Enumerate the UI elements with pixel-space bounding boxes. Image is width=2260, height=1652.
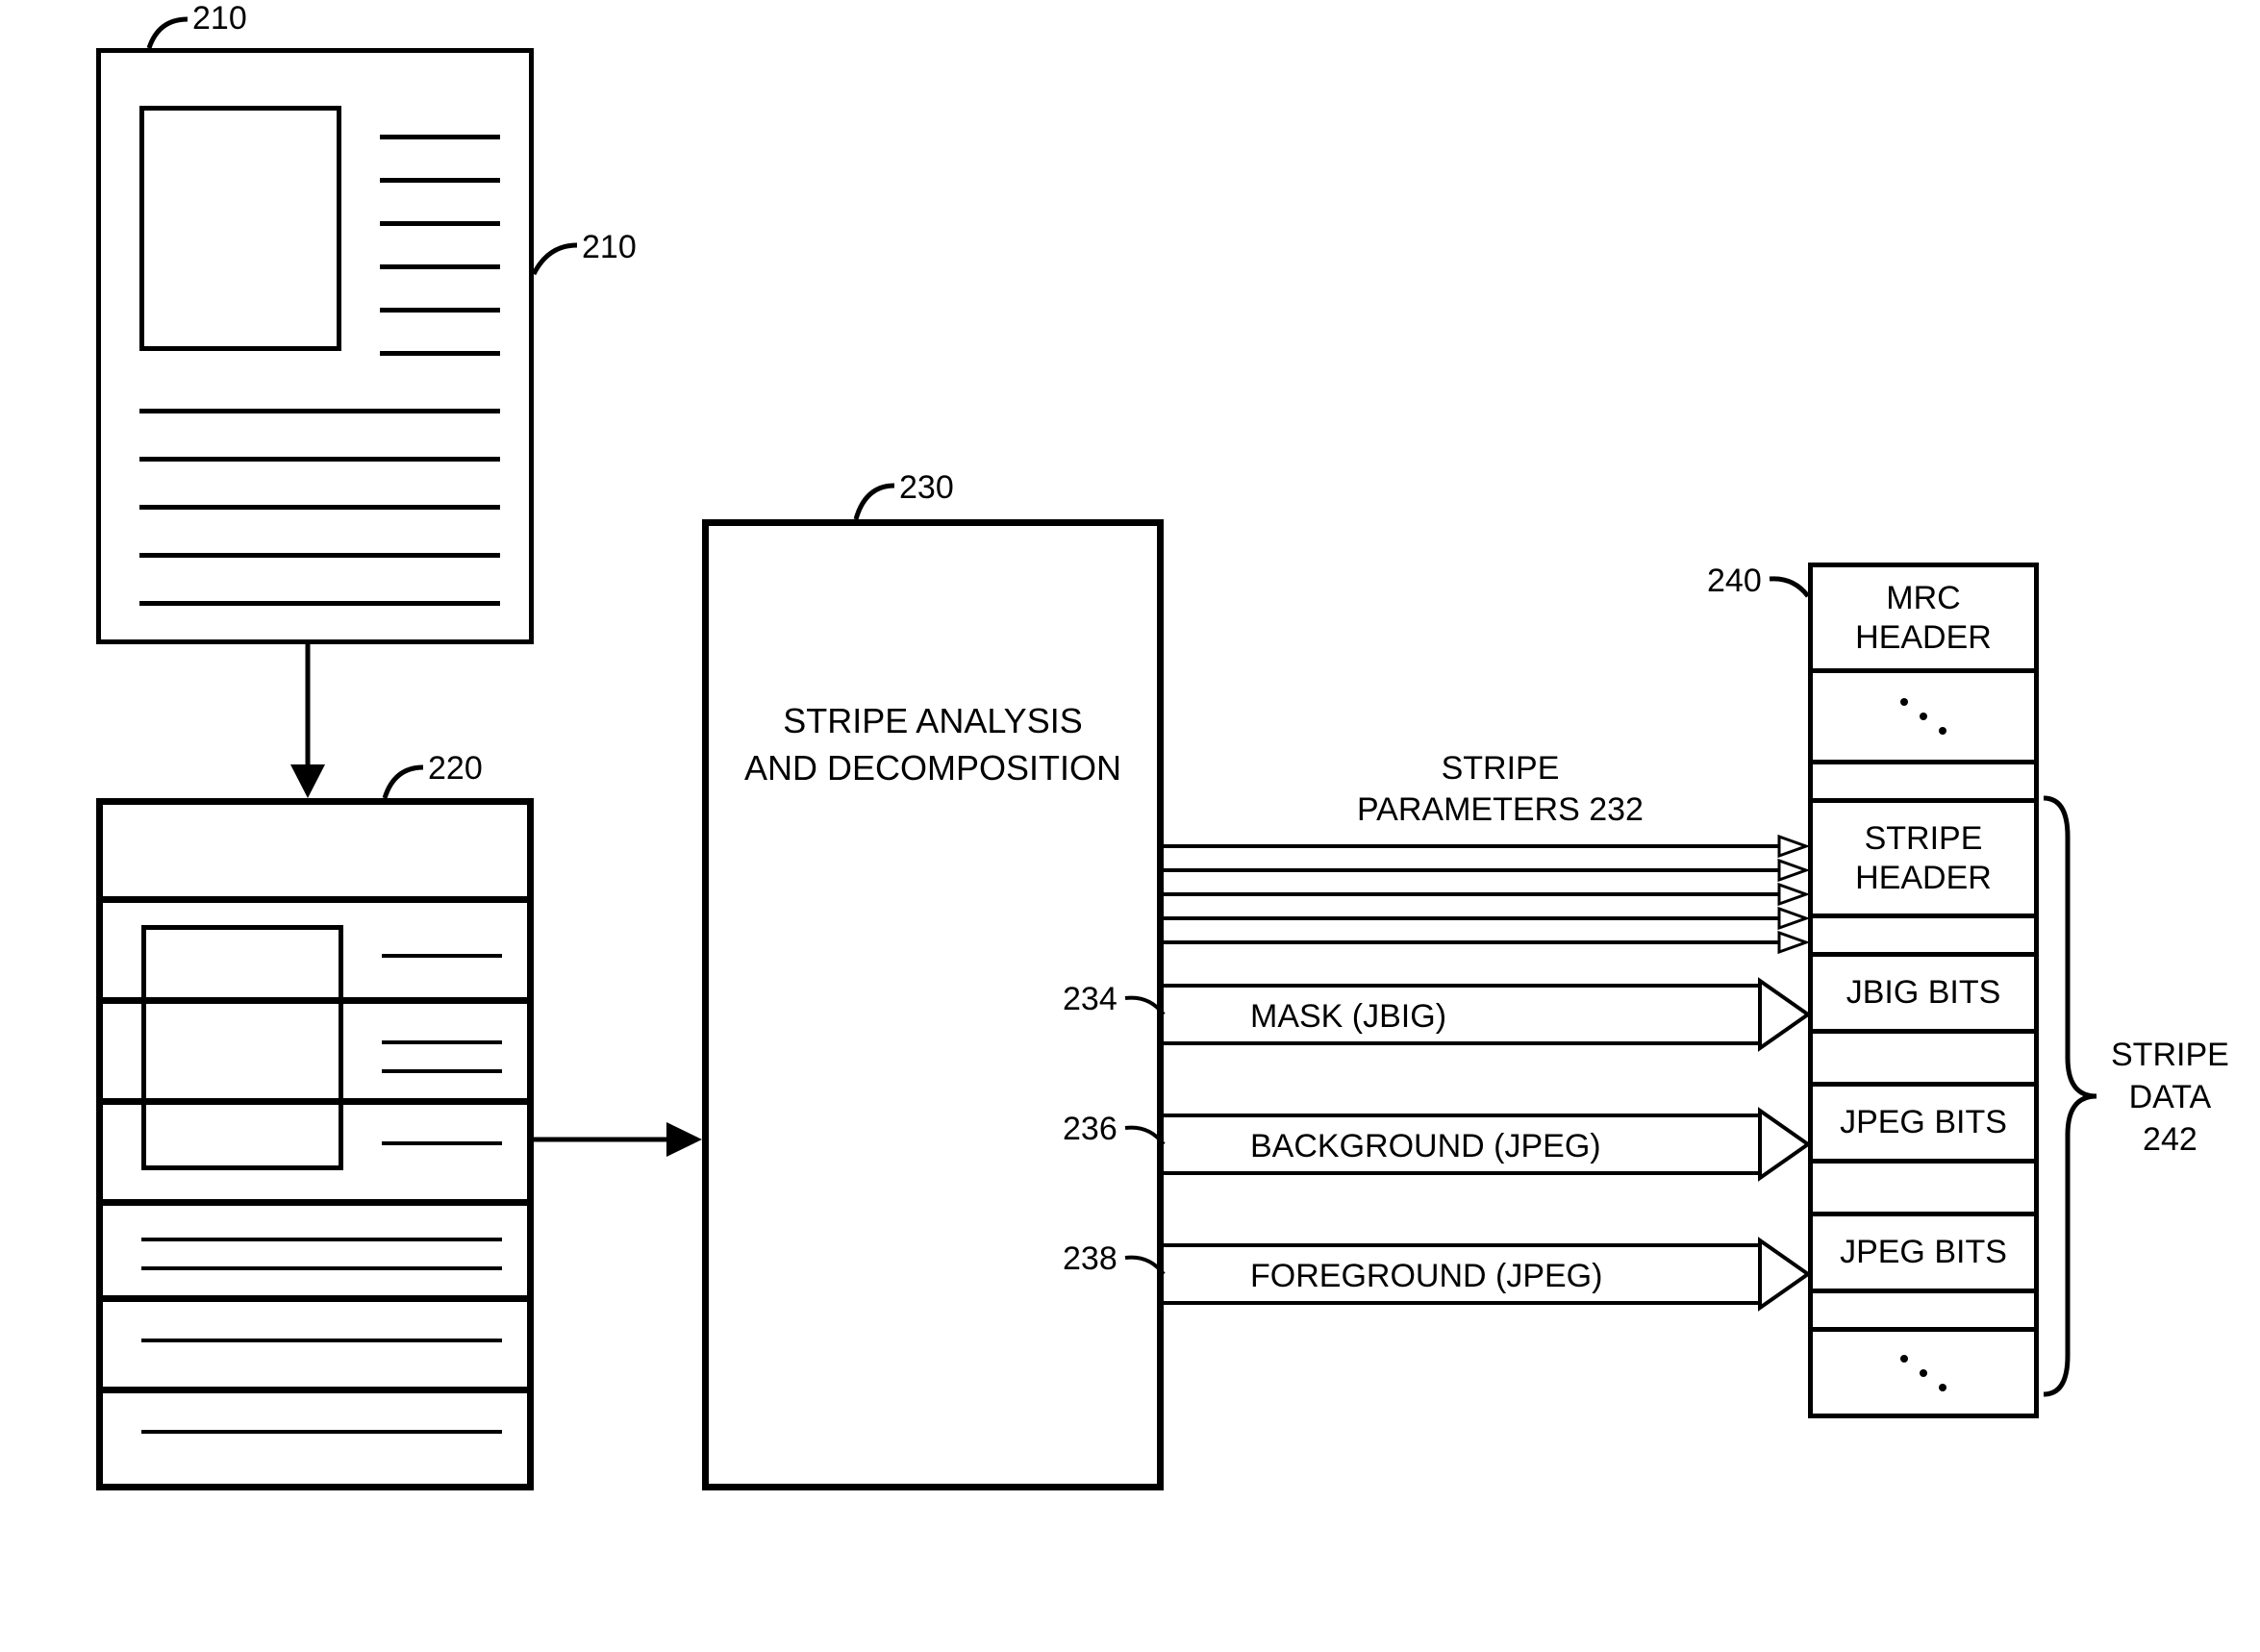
jpeg-bits-label-2: JPEG BITS: [1840, 1234, 2007, 1271]
stripe-header-label: STRIPE HEADER: [1855, 819, 1992, 898]
stripe-divider: [103, 1387, 527, 1393]
stripe-parameters-arrows: [1164, 837, 1837, 981]
mrc-header-cell: MRC HEADER: [1808, 563, 2039, 668]
jbig-bits-label: JBIG BITS: [1846, 974, 2001, 1012]
background-label: BACKGROUND (JPEG): [1250, 1128, 1601, 1165]
jbig-bits-cell: JBIG BITS: [1808, 952, 2039, 1029]
ellipsis-cell: [1808, 1327, 2039, 1418]
ref-240: 240: [1707, 563, 1762, 600]
stripe-text-line: [141, 1430, 502, 1434]
jpeg-bits-cell-1: JPEG BITS: [1808, 1082, 2039, 1159]
output-stack: MRC HEADER STRIPE HEADER JBIG BITS JPEG …: [1808, 563, 2039, 1418]
mask-label: MASK (JBIG): [1250, 998, 1446, 1036]
ref-238: 238: [1063, 1240, 1117, 1278]
stripe-parameters-label: STRIPE PARAMETERS 232: [1327, 748, 1673, 830]
gap-cell: [1808, 914, 2039, 952]
gap-cell: [1808, 1029, 2039, 1082]
foreground-label: FOREGROUND (JPEG): [1250, 1258, 1602, 1295]
stripe-data-label: STRIPE DATA 242: [2111, 1034, 2229, 1162]
stripe-data-brace: [2044, 798, 2111, 1394]
gap-cell: [1808, 760, 2039, 798]
ellipsis-cell: [1808, 668, 2039, 760]
stripe-header-cell: STRIPE HEADER: [1808, 798, 2039, 914]
gap-cell: [1808, 1289, 2039, 1327]
jpeg-bits-label-1: JPEG BITS: [1840, 1104, 2007, 1141]
gap-cell: [1808, 1159, 2039, 1212]
jpeg-bits-cell-2: JPEG BITS: [1808, 1212, 2039, 1289]
mrc-header-label: MRC HEADER: [1855, 579, 1992, 658]
